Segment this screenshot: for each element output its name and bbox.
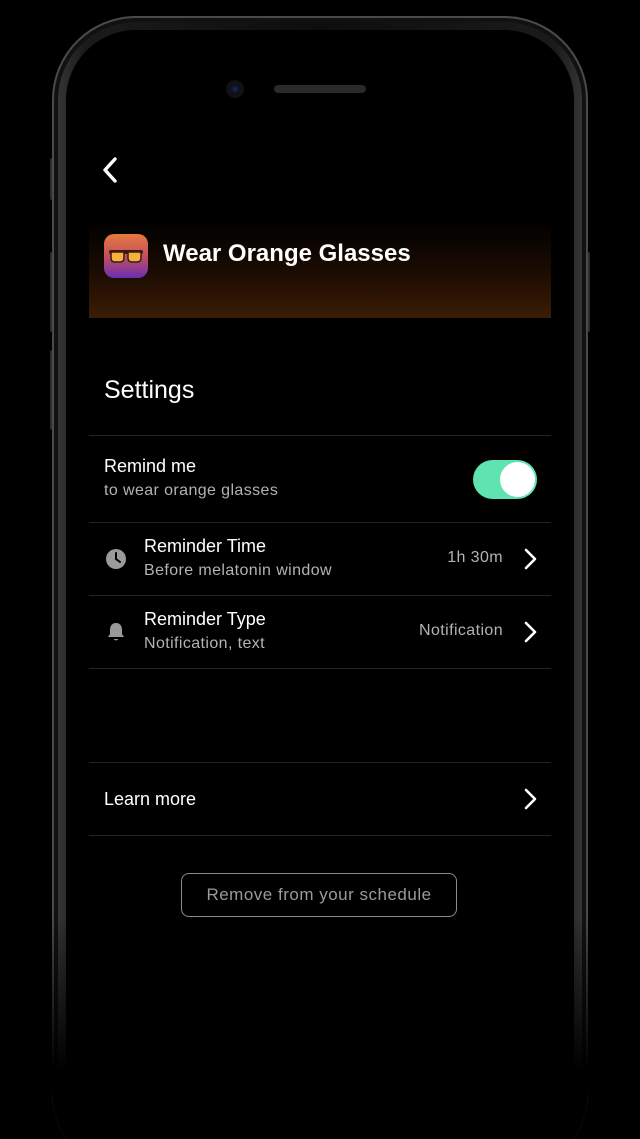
- toggle-knob: [500, 462, 535, 497]
- remind-me-toggle[interactable]: [473, 460, 537, 499]
- reminder-type-subtitle: Notification, text: [144, 635, 266, 652]
- reminder-type-label: Reminder Type: [144, 609, 266, 629]
- chevron-left-icon: [103, 157, 117, 183]
- chevron-right-icon: [524, 621, 537, 643]
- device-stage: Wear Orange Glasses Settings Remind me t…: [0, 0, 640, 1139]
- back-button[interactable]: [96, 152, 124, 188]
- remove-from-schedule-button[interactable]: Remove from your schedule: [181, 873, 457, 917]
- remind-me-subtitle: to wear orange glasses: [104, 482, 279, 499]
- chevron-right-icon: [524, 788, 537, 810]
- divider: [89, 835, 551, 836]
- page-title: Wear Orange Glasses: [163, 240, 411, 267]
- remind-me-label: Remind me: [104, 456, 197, 476]
- clock-icon: [106, 549, 126, 569]
- reminder-time-value: 1h 30m: [447, 549, 503, 566]
- earpiece-speaker: [274, 85, 366, 93]
- header-banner: [89, 140, 551, 318]
- reminder-type-value: Notification: [419, 622, 503, 639]
- chevron-right-icon: [524, 548, 537, 570]
- learn-more-label: Learn more: [104, 789, 197, 809]
- front-camera: [228, 82, 242, 96]
- divider: [89, 668, 551, 669]
- reminder-time-subtitle: Before melatonin window: [144, 562, 332, 579]
- reminder-time-label: Reminder Time: [144, 536, 267, 556]
- bell-icon: [108, 623, 124, 641]
- orange-glasses-icon: [104, 234, 148, 278]
- settings-heading: Settings: [104, 376, 195, 404]
